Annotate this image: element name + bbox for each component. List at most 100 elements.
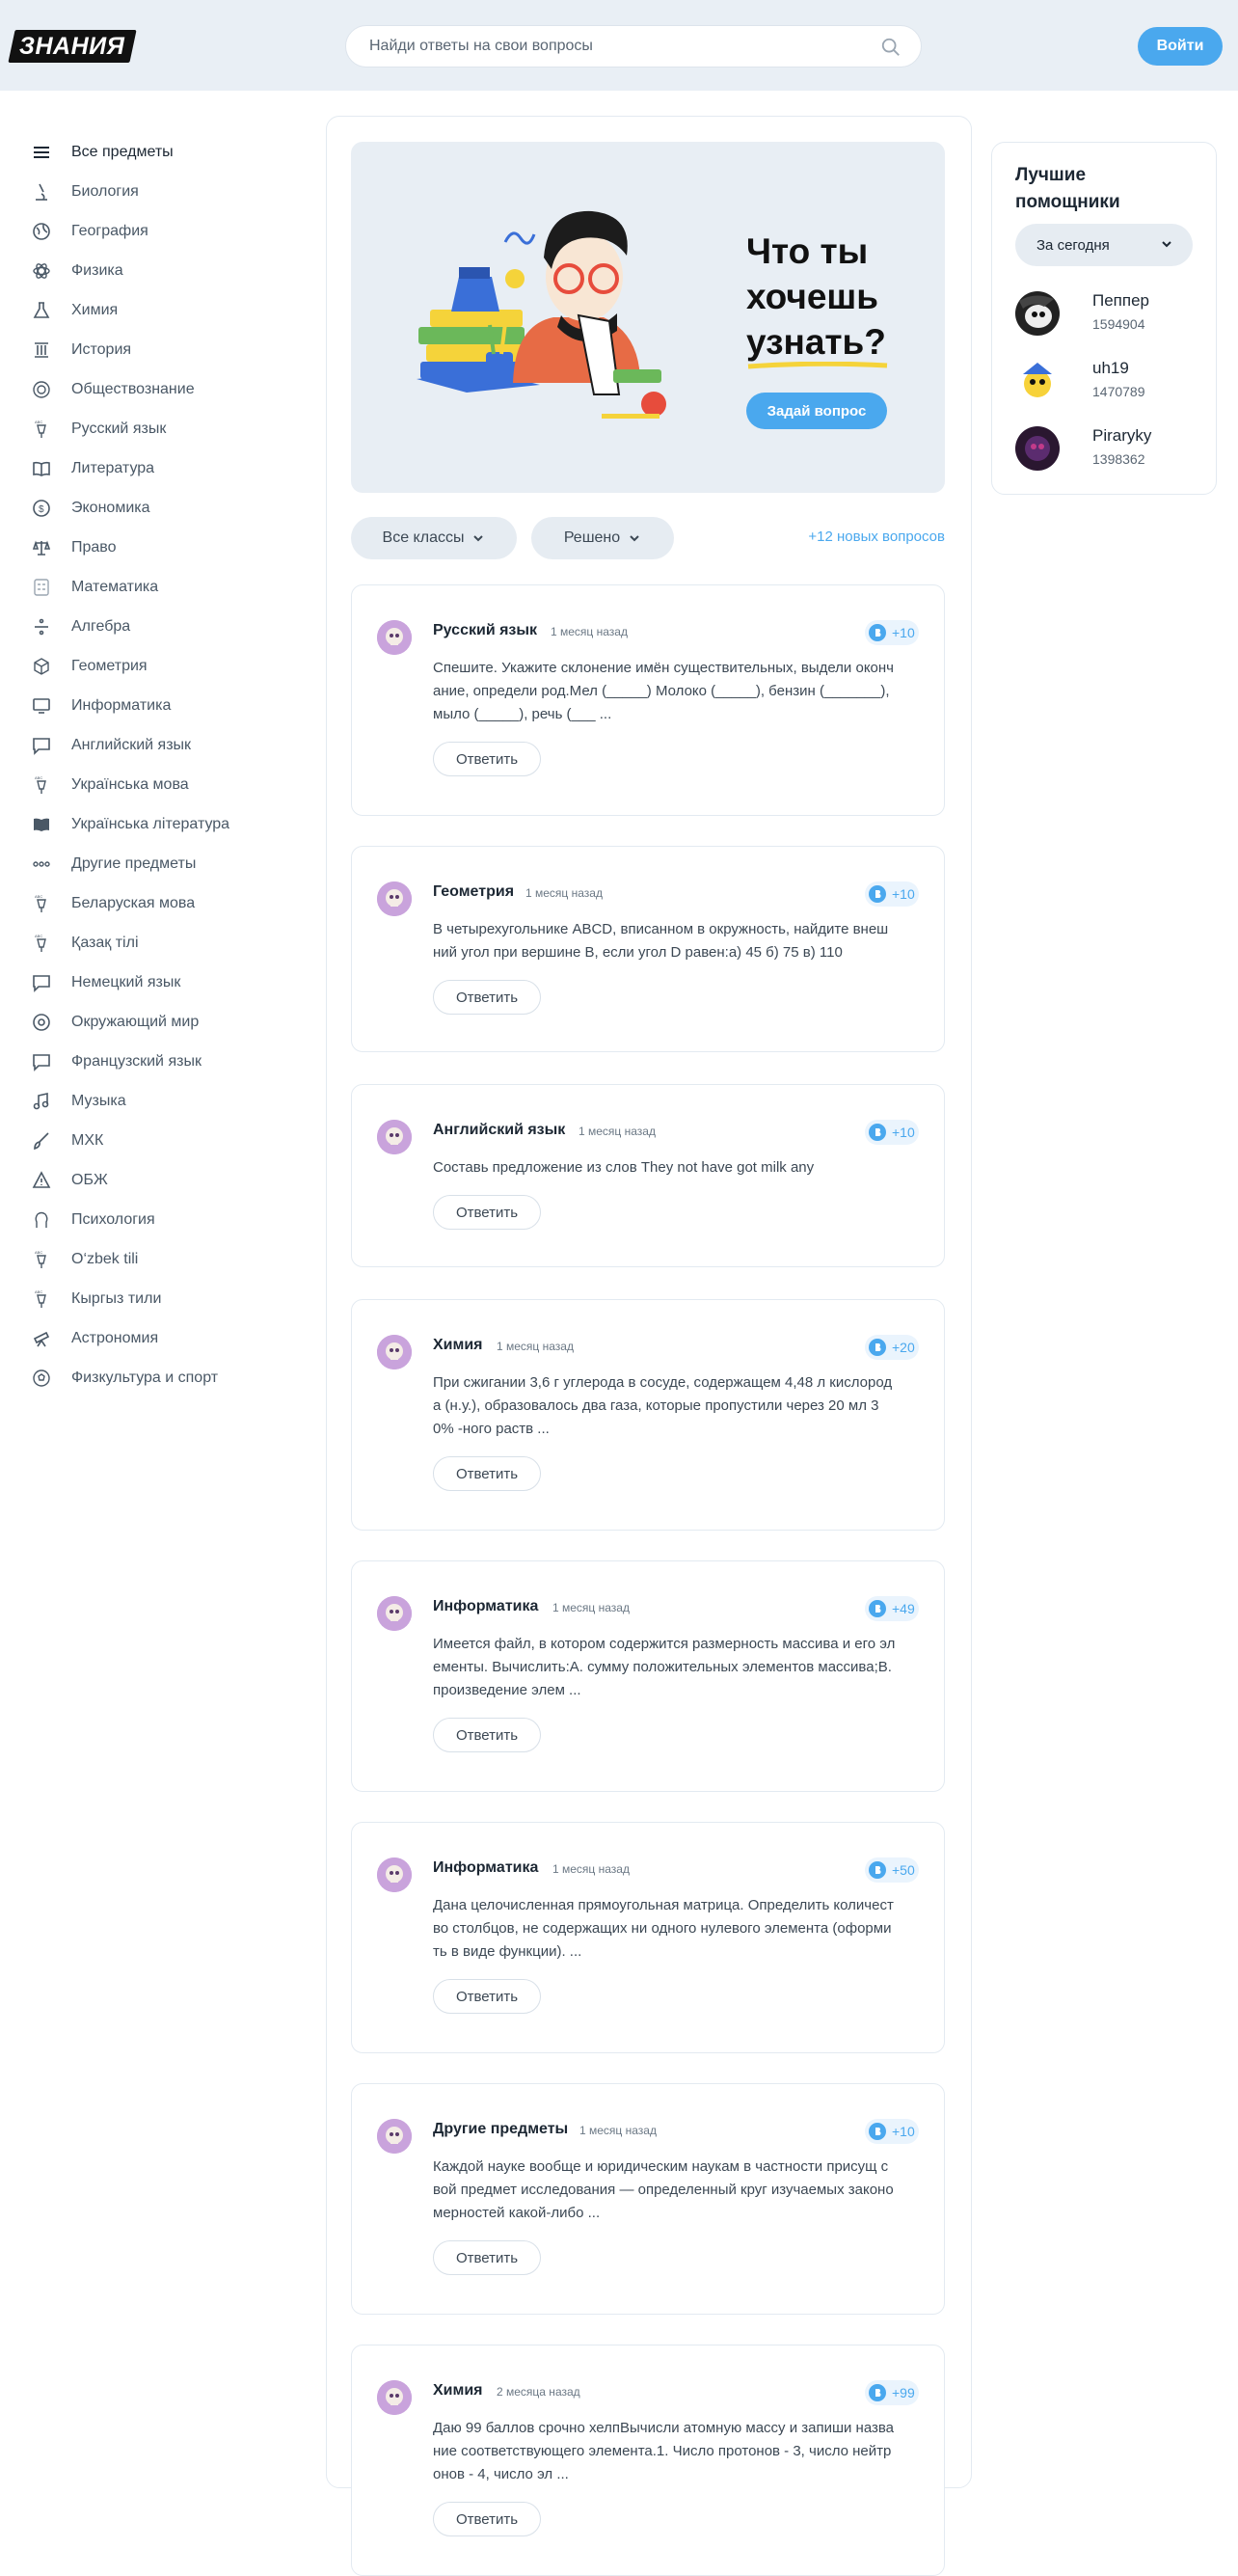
status-filter[interactable]: Решено — [531, 517, 674, 559]
question-subject[interactable]: Другие предметы — [433, 2121, 568, 2138]
helper-item[interactable]: Pirаryky 1398362 — [1015, 422, 1198, 473]
answer-button[interactable]: Ответить — [433, 742, 541, 776]
brush-icon — [31, 1130, 52, 1152]
avatar — [377, 2119, 412, 2154]
question-card[interactable]: Русский язык 1 месяц назад +10 Спешите. Ука… — [351, 584, 945, 816]
question-subject[interactable]: Информатика — [433, 1859, 538, 1877]
question-card[interactable]: Геометрия 1 месяц назад +10 В четырехугольн… — [351, 846, 945, 1052]
helper-name: Pirаryky — [1092, 426, 1152, 445]
sidebar-item[interactable]: Обществознание — [31, 372, 301, 407]
question-card[interactable]: Другие предметы 1 месяц назад +10 Каждой на… — [351, 2083, 945, 2315]
answer-button[interactable]: Ответить — [433, 980, 541, 1015]
sidebar-item[interactable]: Немецкий язык — [31, 965, 301, 1000]
question-card[interactable]: Информатика 1 месяц назад +49 Имеется файл,… — [351, 1560, 945, 1792]
login-button[interactable]: Войти — [1138, 27, 1223, 66]
sidebar-item[interactable]: Геометрия — [31, 649, 301, 684]
speech-de-icon — [31, 972, 52, 993]
sidebar-item[interactable]: Физика — [31, 254, 301, 288]
question-subject[interactable]: Геометрия — [433, 883, 514, 901]
flask-icon — [31, 300, 52, 321]
question-subject[interactable]: Химия — [433, 2382, 483, 2400]
search-input[interactable] — [369, 26, 871, 67]
question-card[interactable]: Химия 1 месяц назад +20 При сжигании 3,6 г … — [351, 1299, 945, 1531]
helper-item[interactable]: uh19 1470789 — [1015, 355, 1198, 405]
sidebar-item[interactable]: ABC Українська мова — [31, 768, 301, 802]
question-subject[interactable]: Английский язык — [433, 1122, 565, 1139]
search-box[interactable] — [345, 25, 922, 68]
sidebar-item[interactable]: Литература — [31, 451, 301, 486]
answer-button[interactable]: Ответить — [433, 2240, 541, 2275]
period-select[interactable]: За сегодня — [1015, 224, 1193, 266]
question-card[interactable]: Английский язык 1 месяц назад +10 Составь п… — [351, 1084, 945, 1267]
question-subject[interactable]: Русский язык — [433, 622, 537, 639]
sidebar-item-label: Алгебра — [71, 618, 131, 635]
logo[interactable]: ЗНАНИЯ — [8, 30, 137, 63]
language-pen-icon: ABC — [31, 774, 52, 796]
helper-item[interactable]: Пеппер 1594904 — [1015, 287, 1198, 338]
question-text[interactable]: При сжигании 3,6 г углерода в сосуде, со… — [433, 1371, 896, 1441]
points-value: +10 — [892, 1125, 915, 1140]
sidebar-item-label: Английский язык — [71, 737, 192, 753]
ask-question-button[interactable]: Задай вопрос — [746, 393, 887, 429]
sidebar-item[interactable]: $ Экономика — [31, 491, 301, 526]
sidebar-item[interactable]: Химия — [31, 293, 301, 328]
society-icon — [31, 379, 52, 400]
question-card[interactable]: Информатика 1 месяц назад +50 Дана целочисл… — [351, 1822, 945, 2053]
answer-button[interactable]: Ответить — [433, 2502, 541, 2536]
question-text[interactable]: Даю 99 баллов срочно хелпВычисли атомную… — [433, 2417, 896, 2486]
dots-icon — [31, 854, 52, 875]
sidebar-item[interactable]: География — [31, 214, 301, 249]
answer-button[interactable]: Ответить — [433, 1979, 541, 2014]
sidebar-item[interactable]: Окружающий мир — [31, 1005, 301, 1040]
sidebar-item[interactable]: Английский язык — [31, 728, 301, 763]
question-card[interactable]: Химия 2 месяца назад +99 Даю 99 баллов сроч… — [351, 2345, 945, 2576]
question-subject[interactable]: Информатика — [433, 1598, 538, 1615]
question-text[interactable]: Каждой науке вообще и юридическим наукам… — [433, 2156, 896, 2225]
sidebar-item[interactable]: Другие предметы — [31, 847, 301, 881]
question-text[interactable]: Составь предложение из слов They not hav… — [433, 1156, 896, 1180]
question-subject[interactable]: Химия — [433, 1337, 483, 1354]
sidebar-item[interactable]: Французский язык — [31, 1044, 301, 1079]
sidebar-item[interactable]: ABC Қазақ тілі — [31, 926, 301, 961]
sidebar-item[interactable]: Алгебра — [31, 610, 301, 644]
sidebar-item-label: География — [71, 223, 148, 239]
classes-filter[interactable]: Все классы — [351, 517, 517, 559]
sidebar-item[interactable]: Астрономия — [31, 1321, 301, 1356]
answer-button[interactable]: Ответить — [433, 1195, 541, 1230]
question-text[interactable]: В четырехугольнике ABCD, вписанном в окр… — [433, 918, 896, 964]
question-text[interactable]: Имеется файл, в котором содержится разме… — [433, 1633, 896, 1702]
sidebar-item[interactable]: Биология — [31, 175, 301, 209]
new-questions-link[interactable]: +12 новых вопросов — [791, 529, 945, 545]
sidebar-item[interactable]: Психология — [31, 1203, 301, 1237]
question-text[interactable]: Спешите. Укажите склонение имён существи… — [433, 657, 896, 726]
points-value: +20 — [892, 1340, 915, 1355]
answer-button[interactable]: Ответить — [433, 1456, 541, 1491]
sidebar-item[interactable]: ABC Беларуская мова — [31, 886, 301, 921]
sidebar-item[interactable]: Информатика — [31, 689, 301, 723]
sidebar-item[interactable]: ABC O‘zbek tili — [31, 1242, 301, 1277]
points-value: +10 — [892, 625, 915, 640]
answer-button[interactable]: Ответить — [433, 1718, 541, 1752]
points-badge: +10 — [865, 2119, 919, 2144]
question-time: 1 месяц назад — [552, 1601, 630, 1614]
question-time: 1 месяц назад — [579, 2124, 657, 2137]
sidebar-item[interactable]: Музыка — [31, 1084, 301, 1119]
sidebar-item[interactable]: ОБЖ — [31, 1163, 301, 1198]
classes-filter-label: Все классы — [382, 529, 465, 546]
sidebar-item[interactable]: МХК — [31, 1124, 301, 1158]
sidebar-item[interactable]: ABC Кыргыз тили — [31, 1282, 301, 1316]
sidebar-item-label: Литература — [71, 460, 155, 476]
search-icon[interactable] — [880, 37, 902, 58]
sidebar-item[interactable]: Право — [31, 530, 301, 565]
ball-icon — [31, 1368, 52, 1389]
question-text[interactable]: Дана целочисленная прямоугольная матрица… — [433, 1894, 896, 1964]
sidebar-item[interactable]: Математика — [31, 570, 301, 605]
sidebar-item[interactable]: Українська література — [31, 807, 301, 842]
sidebar-item[interactable]: Физкультура и спорт — [31, 1361, 301, 1396]
speech-fr-icon — [31, 1051, 52, 1072]
sidebar-item[interactable]: Все предметы — [31, 135, 301, 170]
sidebar-item[interactable]: ABC Русский язык — [31, 412, 301, 447]
language-pen-icon: ABC — [31, 1288, 52, 1310]
sidebar-item[interactable]: История — [31, 333, 301, 367]
language-pen-icon: ABC — [31, 419, 52, 440]
